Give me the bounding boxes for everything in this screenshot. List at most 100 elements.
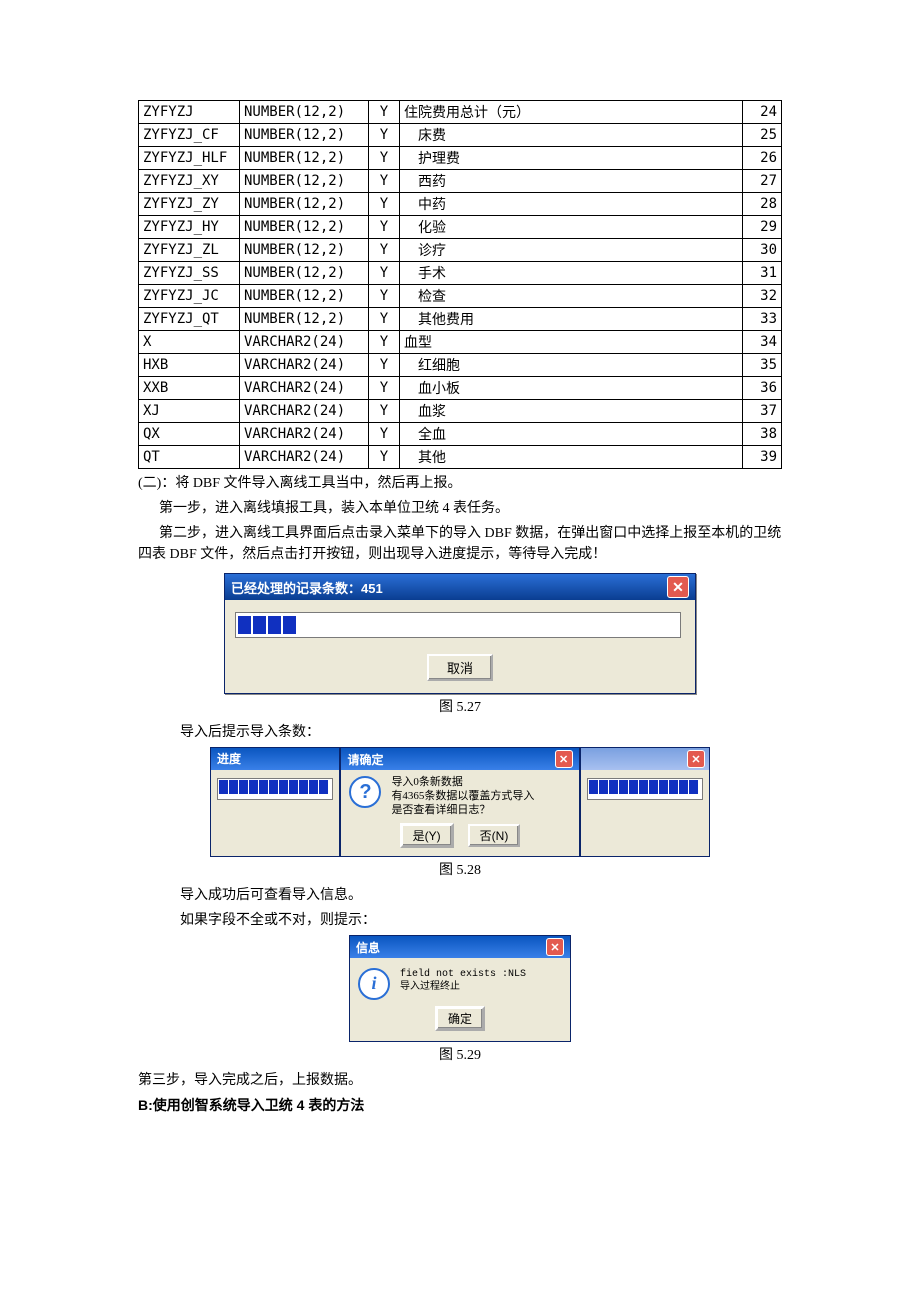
nullable-flag-cell: Y [369,308,400,331]
step-2-text: 第二步，进入离线工具界面后点击录入菜单下的导入 DBF 数据，在弹出窗口中选择上… [138,523,782,565]
table-row: XXBVARCHAR2(24)Y血小板36 [139,377,782,400]
description-cell: 血小板 [400,377,743,400]
yes-button[interactable]: 是(Y) [400,823,454,848]
info-icon [358,968,390,1000]
row-number-cell: 37 [743,400,782,423]
progress-bar-right [587,778,703,800]
row-number-cell: 25 [743,124,782,147]
close-icon[interactable]: ✕ [555,750,573,768]
confirm-dialog: 请确定 ✕ ? 导入0条新数据 有4365条数据以覆盖方式导入 是否查看详细日志… [340,747,579,857]
after-import-count-text: 导入后提示导入条数： [138,722,782,743]
field-name-cell: HXB [139,354,240,377]
field-type-cell: NUMBER(12,2) [240,124,369,147]
field-name-cell: ZYFYZJ_SS [139,262,240,285]
figure-caption-5-29: 图 5.29 [138,1044,782,1064]
nullable-flag-cell: Y [369,101,400,124]
info-dialog-title: 信息 [356,939,380,956]
cancel-button[interactable]: 取消 [427,654,493,681]
description-cell: 全血 [400,423,743,446]
field-type-cell: NUMBER(12,2) [240,285,369,308]
row-number-cell: 33 [743,308,782,331]
close-icon[interactable]: ✕ [546,938,564,956]
row-number-cell: 26 [743,147,782,170]
field-type-cell: VARCHAR2(24) [240,354,369,377]
nullable-flag-cell: Y [369,193,400,216]
description-cell: 其他费用 [400,308,743,331]
figure-caption-5-28: 图 5.28 [138,859,782,879]
ok-button[interactable]: 确定 [435,1006,485,1031]
row-number-cell: 35 [743,354,782,377]
table-row: ZYFYZJ_HLFNUMBER(12,2)Y护理费26 [139,147,782,170]
progress-left-title: 进度 [211,748,339,770]
field-type-cell: NUMBER(12,2) [240,170,369,193]
progress-dialog-title: 已经处理的记录条数：451 [231,578,383,597]
field-name-cell: ZYFYZJ_JC [139,285,240,308]
step-1-text: 第一步，进入离线填报工具，装入本单位卫统 4 表任务。 [138,498,782,519]
info-dialog: 信息 ✕ field not exists :NLS 导入过程终止 确定 [349,935,571,1042]
table-row: ZYFYZJ_ZYNUMBER(12,2)Y中药28 [139,193,782,216]
nullable-flag-cell: Y [369,239,400,262]
description-cell: 红细胞 [400,354,743,377]
figure-caption-5-27: 图 5.27 [138,696,782,716]
nullable-flag-cell: Y [369,262,400,285]
field-type-cell: NUMBER(12,2) [240,239,369,262]
progress-bar-left [217,778,333,800]
nullable-flag-cell: Y [369,423,400,446]
field-name-cell: ZYFYZJ_HLF [139,147,240,170]
description-cell: 中药 [400,193,743,216]
table-row: QTVARCHAR2(24)Y其他39 [139,446,782,469]
nullable-flag-cell: Y [369,331,400,354]
field-name-cell: ZYFYZJ_ZY [139,193,240,216]
progress-bar [235,612,681,638]
table-row: HXBVARCHAR2(24)Y红细胞35 [139,354,782,377]
confirm-dialog-message: 导入0条新数据 有4365条数据以覆盖方式导入 是否查看详细日志？ [391,776,534,817]
progress-dialog-left: 进度 [210,747,340,857]
field-type-cell: VARCHAR2(24) [240,446,369,469]
info-dialog-message: field not exists :NLS 导入过程终止 [400,968,526,994]
row-number-cell: 29 [743,216,782,239]
close-icon[interactable]: ✕ [687,750,705,768]
nullable-flag-cell: Y [369,170,400,193]
nullable-flag-cell: Y [369,216,400,239]
field-type-cell: VARCHAR2(24) [240,331,369,354]
table-row: ZYFYZJ_XYNUMBER(12,2)Y西药27 [139,170,782,193]
table-row: ZYFYZJNUMBER(12,2)Y住院费用总计（元）24 [139,101,782,124]
import-field-error-text: 如果字段不全或不对，则提示： [138,910,782,931]
nullable-flag-cell: Y [369,147,400,170]
schema-table: ZYFYZJNUMBER(12,2)Y住院费用总计（元）24ZYFYZJ_CFN… [138,100,782,469]
field-name-cell: QT [139,446,240,469]
description-cell: 检查 [400,285,743,308]
nullable-flag-cell: Y [369,446,400,469]
description-cell: 诊疗 [400,239,743,262]
row-number-cell: 24 [743,101,782,124]
step-3-text: 第三步，导入完成之后，上报数据。 [138,1070,782,1091]
no-button[interactable]: 否(N) [468,824,521,847]
field-name-cell: QX [139,423,240,446]
field-name-cell: ZYFYZJ_QT [139,308,240,331]
field-name-cell: ZYFYZJ_XY [139,170,240,193]
row-number-cell: 28 [743,193,782,216]
description-cell: 住院费用总计（元） [400,101,743,124]
confirm-dialog-title: 请确定 [347,751,383,768]
field-name-cell: XJ [139,400,240,423]
description-cell: 血型 [400,331,743,354]
description-cell: 西药 [400,170,743,193]
field-type-cell: VARCHAR2(24) [240,400,369,423]
field-type-cell: NUMBER(12,2) [240,262,369,285]
nullable-flag-cell: Y [369,285,400,308]
field-type-cell: NUMBER(12,2) [240,147,369,170]
table-row: XJVARCHAR2(24)Y血浆37 [139,400,782,423]
table-row: ZYFYZJ_ZLNUMBER(12,2)Y诊疗30 [139,239,782,262]
row-number-cell: 31 [743,262,782,285]
import-success-text: 导入成功后可查看导入信息。 [138,885,782,906]
nullable-flag-cell: Y [369,377,400,400]
description-cell: 护理费 [400,147,743,170]
row-number-cell: 30 [743,239,782,262]
field-name-cell: XXB [139,377,240,400]
description-cell: 手术 [400,262,743,285]
row-number-cell: 39 [743,446,782,469]
field-name-cell: ZYFYZJ_ZL [139,239,240,262]
close-icon[interactable]: ✕ [667,576,689,598]
description-cell: 床费 [400,124,743,147]
description-cell: 其他 [400,446,743,469]
